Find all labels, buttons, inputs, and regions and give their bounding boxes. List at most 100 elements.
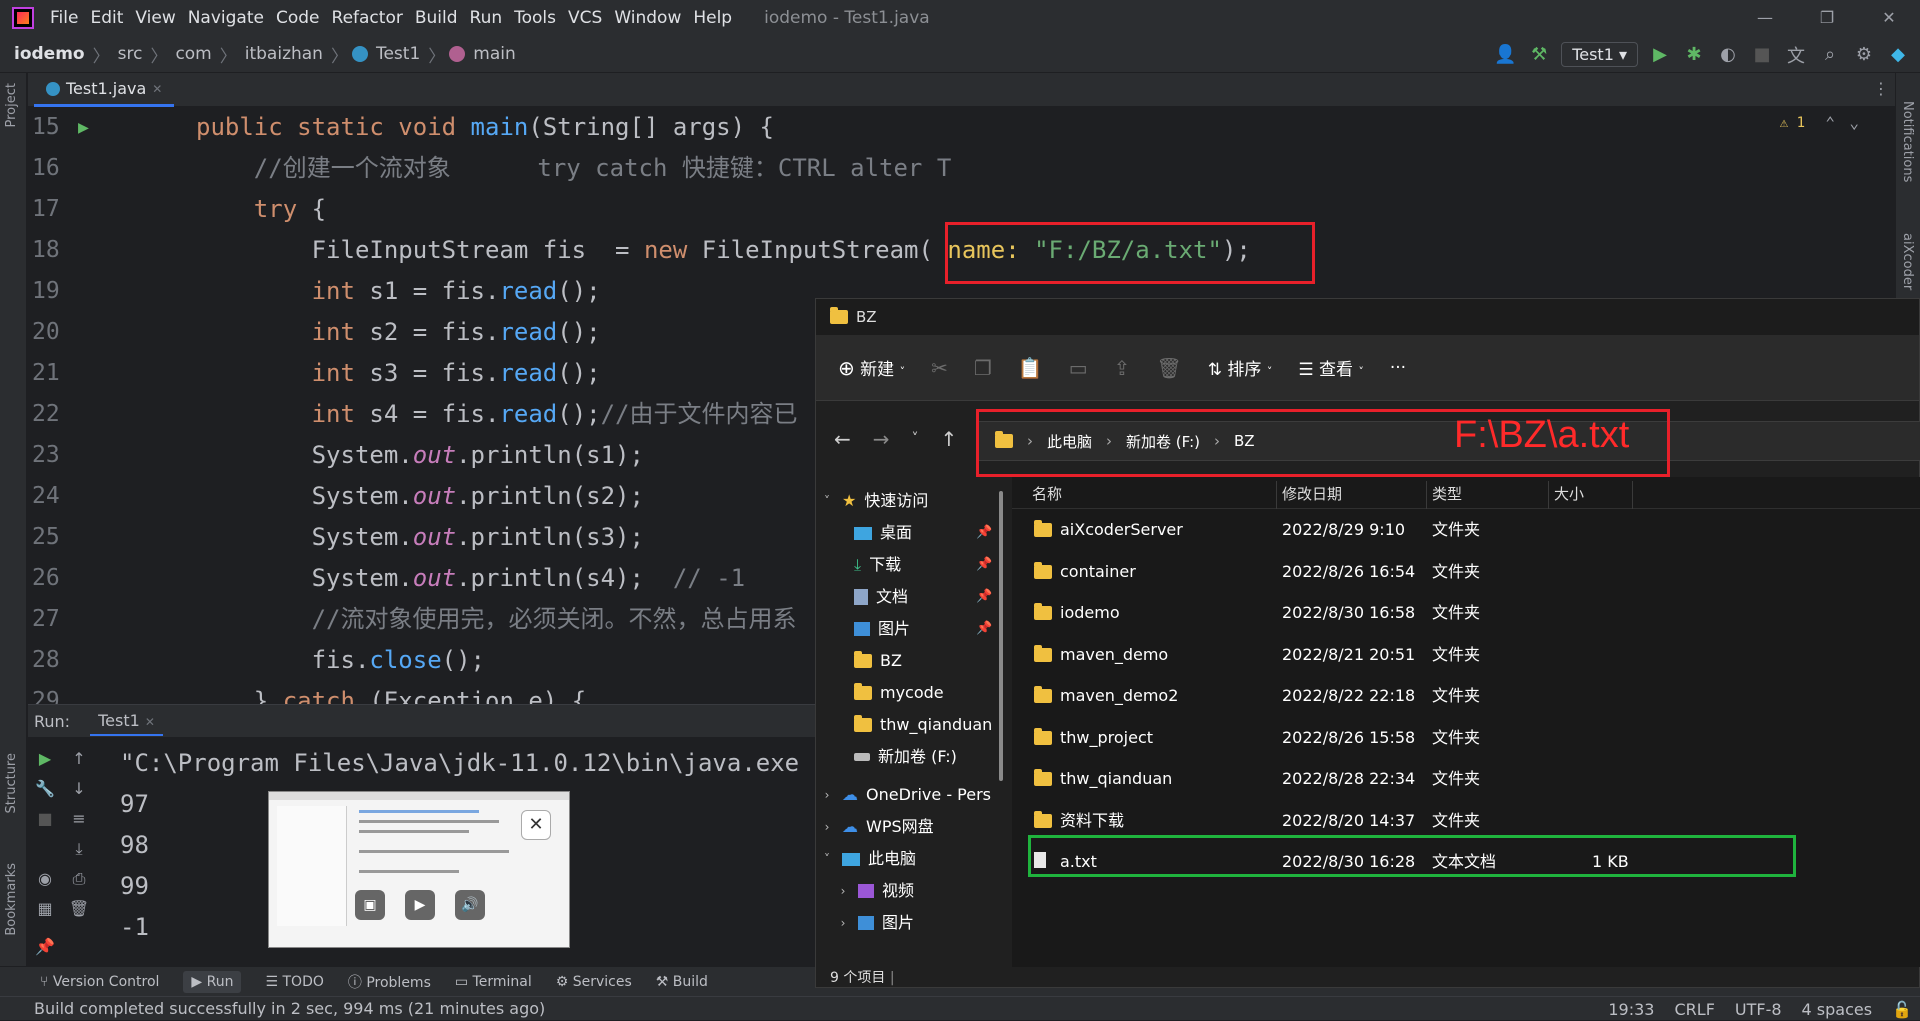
- close-run-tab-icon[interactable]: ✕: [145, 715, 155, 729]
- scroll-up-icon[interactable]: ↑: [68, 749, 90, 771]
- menu-vcs[interactable]: VCS: [562, 8, 608, 28]
- view-button[interactable]: ☰ 查看 ˅: [1298, 355, 1364, 380]
- pin-run-icon[interactable]: 📌: [34, 937, 56, 959]
- file-row[interactable]: maven_demo 2022/8/21 20:51 文件夹: [1012, 634, 1920, 675]
- line-number[interactable]: 28: [32, 640, 72, 681]
- breadcrumb-project[interactable]: iodemo: [0, 44, 89, 64]
- pin-icon[interactable]: 📌: [976, 557, 992, 572]
- nav-this-pc[interactable]: ˅ 此电脑: [820, 843, 916, 875]
- line-number[interactable]: 19: [32, 271, 72, 312]
- copy-icon[interactable]: ❐: [974, 356, 992, 380]
- col-date[interactable]: 修改日期: [1282, 483, 1342, 504]
- warning-indicator[interactable]: ⚠ 1: [1780, 115, 1805, 131]
- code-text[interactable]: int s3 = fis.read();: [196, 353, 601, 394]
- lock-icon[interactable]: 🔓: [1892, 1000, 1912, 1019]
- restore-icon[interactable]: ❐: [1796, 0, 1858, 36]
- code-text[interactable]: System.out.println(s1);: [196, 435, 644, 476]
- menu-tools[interactable]: Tools: [508, 8, 562, 28]
- run-config-select[interactable]: Test1 ▾: [1561, 42, 1638, 67]
- file-row[interactable]: thw_qianduan 2022/8/28 22:34 文件夹: [1012, 758, 1920, 799]
- nav-videos[interactable]: › 视频: [836, 875, 914, 907]
- menu-edit[interactable]: Edit: [84, 8, 129, 28]
- nav-pc-pictures[interactable]: › 图片: [836, 907, 914, 939]
- file-row[interactable]: thw_project 2022/8/26 15:58 文件夹: [1012, 717, 1920, 758]
- file-row[interactable]: aiXcoderServer 2022/8/29 9:10 文件夹: [1012, 509, 1920, 550]
- status-message[interactable]: Build completed successfully in 2 sec, 9…: [34, 999, 545, 1018]
- menu-refactor[interactable]: Refactor: [326, 8, 409, 28]
- play-icon[interactable]: ▶: [405, 890, 435, 920]
- close-window-icon[interactable]: ✕: [1858, 0, 1920, 36]
- recent-dropdown-icon[interactable]: ˅: [912, 431, 919, 447]
- line-number[interactable]: 15: [32, 107, 72, 148]
- rename-icon[interactable]: ▭: [1069, 356, 1088, 380]
- services-tab[interactable]: ⚙ Services: [556, 974, 632, 990]
- cut-icon[interactable]: ✂: [931, 356, 948, 380]
- terminal-tab[interactable]: ▭ Terminal: [455, 974, 532, 990]
- line-number[interactable]: 18: [32, 230, 72, 271]
- file-encoding[interactable]: UTF-8: [1735, 1000, 1782, 1019]
- line-number[interactable]: 29: [32, 681, 72, 704]
- back-arrow-icon[interactable]: ←: [834, 427, 851, 451]
- nav-mycode[interactable]: mycode: [854, 677, 944, 709]
- line-number[interactable]: 16: [32, 148, 72, 189]
- file-row[interactable]: iodemo 2022/8/30 16:58 文件夹: [1012, 592, 1920, 633]
- prev-highlight-icon[interactable]: ⌃: [1825, 113, 1835, 132]
- next-highlight-icon[interactable]: ⌄: [1849, 113, 1859, 132]
- notifications-tool-tab[interactable]: Notifications: [1900, 101, 1915, 182]
- menu-view[interactable]: View: [129, 8, 181, 28]
- run-gutter-icon[interactable]: ▶: [78, 117, 89, 138]
- nav-scrollbar[interactable]: [999, 491, 1003, 781]
- forward-arrow-icon[interactable]: →: [873, 427, 890, 451]
- nav-bz[interactable]: BZ: [854, 645, 902, 677]
- line-separator[interactable]: CRLF: [1674, 1000, 1714, 1019]
- pin-icon[interactable]: 📌: [976, 621, 992, 636]
- menu-build[interactable]: Build: [409, 8, 464, 28]
- code-line[interactable]: 15 public static void main(String[] args)…: [28, 107, 1895, 148]
- search-icon[interactable]: ⌕: [1818, 43, 1842, 67]
- bookmarks-tool-tab[interactable]: Bookmarks: [4, 863, 19, 936]
- code-text[interactable]: } catch (Exception e) {: [196, 681, 586, 704]
- line-number[interactable]: 21: [32, 353, 72, 394]
- code-text[interactable]: System.out.println(s2);: [196, 476, 644, 517]
- breadcrumb-class[interactable]: Test1: [372, 44, 424, 64]
- code-text[interactable]: System.out.println(s3);: [196, 517, 644, 558]
- stop-run-icon[interactable]: ■: [34, 809, 56, 831]
- line-number[interactable]: 23: [32, 435, 72, 476]
- col-size[interactable]: 大小: [1554, 483, 1584, 504]
- nav-thw-qianduan[interactable]: thw_qianduan: [854, 709, 992, 741]
- col-name[interactable]: 名称: [1032, 483, 1062, 504]
- file-row[interactable]: container 2022/8/26 16:54 文件夹: [1012, 551, 1920, 592]
- version-control-tab[interactable]: ⑂ Version Control: [40, 974, 159, 990]
- problems-tab[interactable]: ⓘ Problems: [348, 972, 431, 992]
- file-row[interactable]: maven_demo2 2022/8/22 22:18 文件夹: [1012, 675, 1920, 716]
- pin-icon[interactable]: 📌: [976, 525, 992, 540]
- paste-icon[interactable]: 📋: [1018, 356, 1043, 380]
- code-text[interactable]: //创建一个流对象 try catch 快捷键：CTRL alter T: [196, 148, 951, 189]
- nav-volume-f[interactable]: 新加卷 (F:): [854, 741, 957, 773]
- indent-setting[interactable]: 4 spaces: [1802, 1000, 1873, 1019]
- menu-run[interactable]: Run: [464, 8, 509, 28]
- plugin-icon[interactable]: ◆: [1886, 43, 1910, 67]
- build-hammer-icon[interactable]: ⚒: [1527, 43, 1551, 67]
- rerun-icon[interactable]: ▶: [34, 749, 56, 771]
- code-text[interactable]: //流对象使用完，必须关闭。不然，总占用系: [196, 599, 797, 640]
- run-tool-tab[interactable]: ▶ Run: [183, 970, 242, 993]
- more-options-icon[interactable]: ···: [1390, 358, 1406, 378]
- print-icon[interactable]: ⎙: [68, 869, 90, 891]
- line-number[interactable]: 22: [32, 394, 72, 435]
- stop-icon[interactable]: ■: [1750, 43, 1774, 67]
- nav-quick-access[interactable]: ˅ ★ 快速访问: [820, 485, 928, 517]
- line-number[interactable]: 26: [32, 558, 72, 599]
- code-text[interactable]: int s4 = fis.read();//由于文件内容已: [196, 394, 798, 435]
- menu-code[interactable]: Code: [270, 8, 326, 28]
- breadcrumb-com[interactable]: com: [171, 44, 215, 64]
- coverage-icon[interactable]: ◐: [1716, 43, 1740, 67]
- pin-icon[interactable]: 📌: [976, 589, 992, 604]
- code-text[interactable]: fis.close();: [196, 640, 485, 681]
- todo-tab[interactable]: ☰ TODO: [265, 974, 323, 990]
- line-number[interactable]: 17: [32, 189, 72, 230]
- line-number[interactable]: 20: [32, 312, 72, 353]
- code-line[interactable]: 16 //创建一个流对象 try catch 快捷键：CTRL alter T: [28, 148, 1895, 189]
- nav-wps[interactable]: › ☁ WPS网盘: [820, 811, 934, 843]
- pip-icon[interactable]: ▣: [355, 890, 385, 920]
